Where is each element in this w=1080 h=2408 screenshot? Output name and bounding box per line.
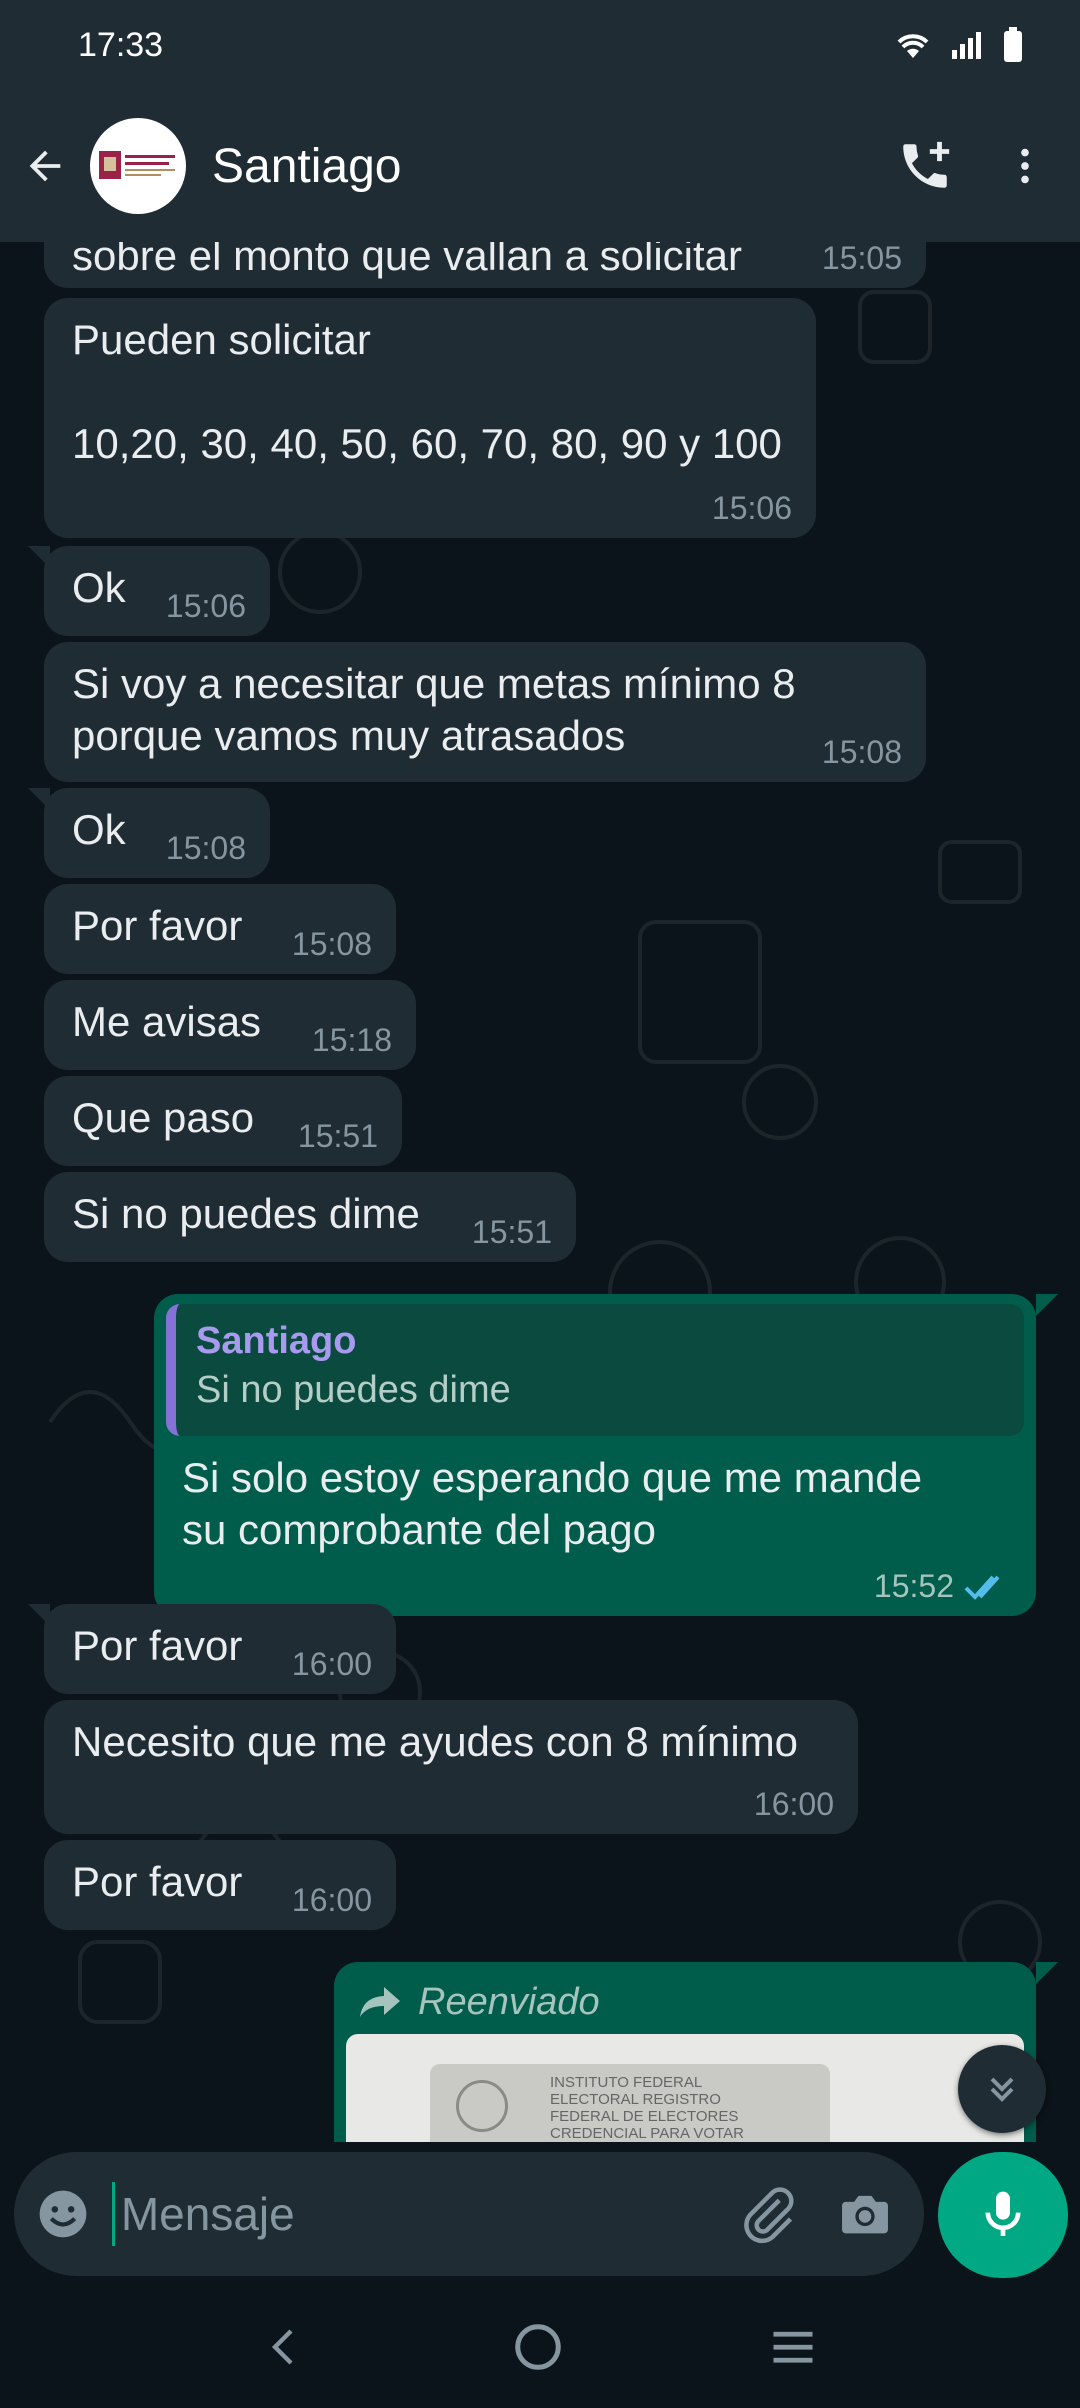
forwarded-image-bubble[interactable]: Reenviado INSTITUTO FEDERAL ELECTORAL RE… xyxy=(334,1962,1036,2142)
phone-add-icon xyxy=(903,141,950,188)
nav-recents-button[interactable] xyxy=(767,2321,819,2378)
emblem-icon xyxy=(456,2080,508,2132)
message-text: sobre el monto que vallan a solicitar xyxy=(72,242,743,279)
message-text: Pueden solicitar 10,20, 30, 40, 50, 60, … xyxy=(72,316,782,467)
message-bubble[interactable]: Si voy a necesitar que metas mínimo 8 po… xyxy=(44,642,926,782)
status-icons xyxy=(894,27,1024,63)
message-bubble[interactable]: Por favor 16:00 xyxy=(44,1604,396,1694)
battery-icon xyxy=(1004,27,1022,62)
message-time: 15:08 xyxy=(165,830,246,866)
more-options-button[interactable] xyxy=(980,90,1070,242)
arrow-back-icon xyxy=(29,150,61,182)
quoted-text: Si no puedes dime xyxy=(196,1369,511,1411)
nav-back-button[interactable] xyxy=(261,2323,309,2376)
id-card-caption: INSTITUTO FEDERAL ELECTORAL REGISTRO FED… xyxy=(550,2074,744,2142)
message-bubble[interactable]: Por favor 15:08 xyxy=(44,884,396,974)
signal-icon xyxy=(952,32,981,59)
message-bubble[interactable]: sobre el monto que vallan a solicitar 15… xyxy=(44,242,926,288)
emoji-icon xyxy=(39,2190,87,2238)
nav-recents-icon xyxy=(773,2331,813,2363)
message-time: 15:18 xyxy=(311,1022,392,1058)
message-text: Necesito que me ayudes con 8 mínimo xyxy=(72,1718,799,1765)
camera-icon xyxy=(842,2195,889,2234)
chat-header: Santiago xyxy=(0,90,1080,242)
message-time: 16:00 xyxy=(291,1646,372,1682)
message-composer xyxy=(14,2152,924,2276)
message-bubble[interactable]: Si no puedes dime 15:51 xyxy=(44,1172,576,1262)
message-bubble[interactable]: Ok 15:08 xyxy=(44,788,270,878)
id-card-image: INSTITUTO FEDERAL ELECTORAL REGISTRO FED… xyxy=(430,2064,830,2142)
message-bubble[interactable]: Necesito que me ayudes con 8 mínimo 16:0… xyxy=(44,1700,858,1834)
message-bubble[interactable]: Pueden solicitar 10,20, 30, 40, 50, 60, … xyxy=(44,298,816,538)
quoted-message[interactable]: Santiago Si no puedes dime xyxy=(166,1304,1024,1436)
message-time: 15:06 xyxy=(711,490,792,526)
message-time: 15:05 xyxy=(821,242,902,276)
message-bubble[interactable]: Me avisas 15:18 xyxy=(44,980,416,1070)
forwarded-image[interactable]: INSTITUTO FEDERAL ELECTORAL REGISTRO FED… xyxy=(346,2034,1024,2142)
attach-button[interactable] xyxy=(719,2184,817,2244)
double-chevron-down-icon xyxy=(990,2077,1014,2102)
status-bar: 17:33 xyxy=(0,0,1080,90)
more-vert-icon xyxy=(1021,148,1029,184)
contact-name[interactable]: Santiago xyxy=(212,139,870,194)
voice-message-button[interactable] xyxy=(938,2152,1068,2278)
microphone-icon xyxy=(985,2191,1021,2236)
message-text: Si solo estoy esperando que me mande su … xyxy=(182,1454,923,1553)
emoji-button[interactable] xyxy=(14,2186,112,2242)
message-time: 15:08 xyxy=(291,926,372,962)
quoted-sender: Santiago xyxy=(196,1320,357,1362)
message-bubble[interactable]: Ok 15:06 xyxy=(44,546,270,636)
paperclip-icon xyxy=(743,2187,794,2244)
outgoing-reply-bubble[interactable]: Santiago Si no puedes dime Si solo estoy… xyxy=(154,1294,1036,1616)
message-text: Si voy a necesitar que metas mínimo 8 po… xyxy=(72,660,796,759)
avatar[interactable] xyxy=(90,118,186,214)
system-nav-bar xyxy=(0,2290,1080,2408)
message-input[interactable] xyxy=(114,2187,719,2241)
message-time: 15:06 xyxy=(165,588,246,624)
wifi-icon xyxy=(897,34,929,58)
camera-button[interactable] xyxy=(816,2185,914,2243)
forwarded-header: Reenviado xyxy=(358,1976,1012,2028)
message-time: 15:08 xyxy=(821,734,902,770)
government-logo-icon xyxy=(99,151,175,179)
nav-home-icon xyxy=(515,2323,561,2370)
forwarded-label: Reenviado xyxy=(418,1981,600,2023)
status-time: 17:33 xyxy=(78,25,164,64)
back-button[interactable] xyxy=(0,90,90,242)
message-time: 15:51 xyxy=(297,1118,378,1154)
message-bubble[interactable]: Que paso 15:51 xyxy=(44,1076,402,1166)
message-time: 15:52 xyxy=(873,1568,954,1604)
message-time: 16:00 xyxy=(291,1882,372,1918)
nav-back-icon xyxy=(271,2328,293,2365)
message-time: 16:00 xyxy=(753,1786,834,1822)
bubble-tail xyxy=(1036,1294,1058,1316)
bubble-tail xyxy=(1036,1962,1058,1984)
message-time: 15:51 xyxy=(471,1214,552,1250)
forward-icon xyxy=(360,1987,400,2017)
message-bubble[interactable]: Por favor 16:00 xyxy=(44,1840,396,1930)
read-receipt-icon xyxy=(964,1575,1000,1600)
scroll-to-bottom-button[interactable] xyxy=(958,2045,1046,2133)
nav-home-button[interactable] xyxy=(511,2320,565,2379)
add-call-button[interactable] xyxy=(870,90,980,242)
message-list[interactable]: sobre el monto que vallan a solicitar 15… xyxy=(0,242,1080,2142)
